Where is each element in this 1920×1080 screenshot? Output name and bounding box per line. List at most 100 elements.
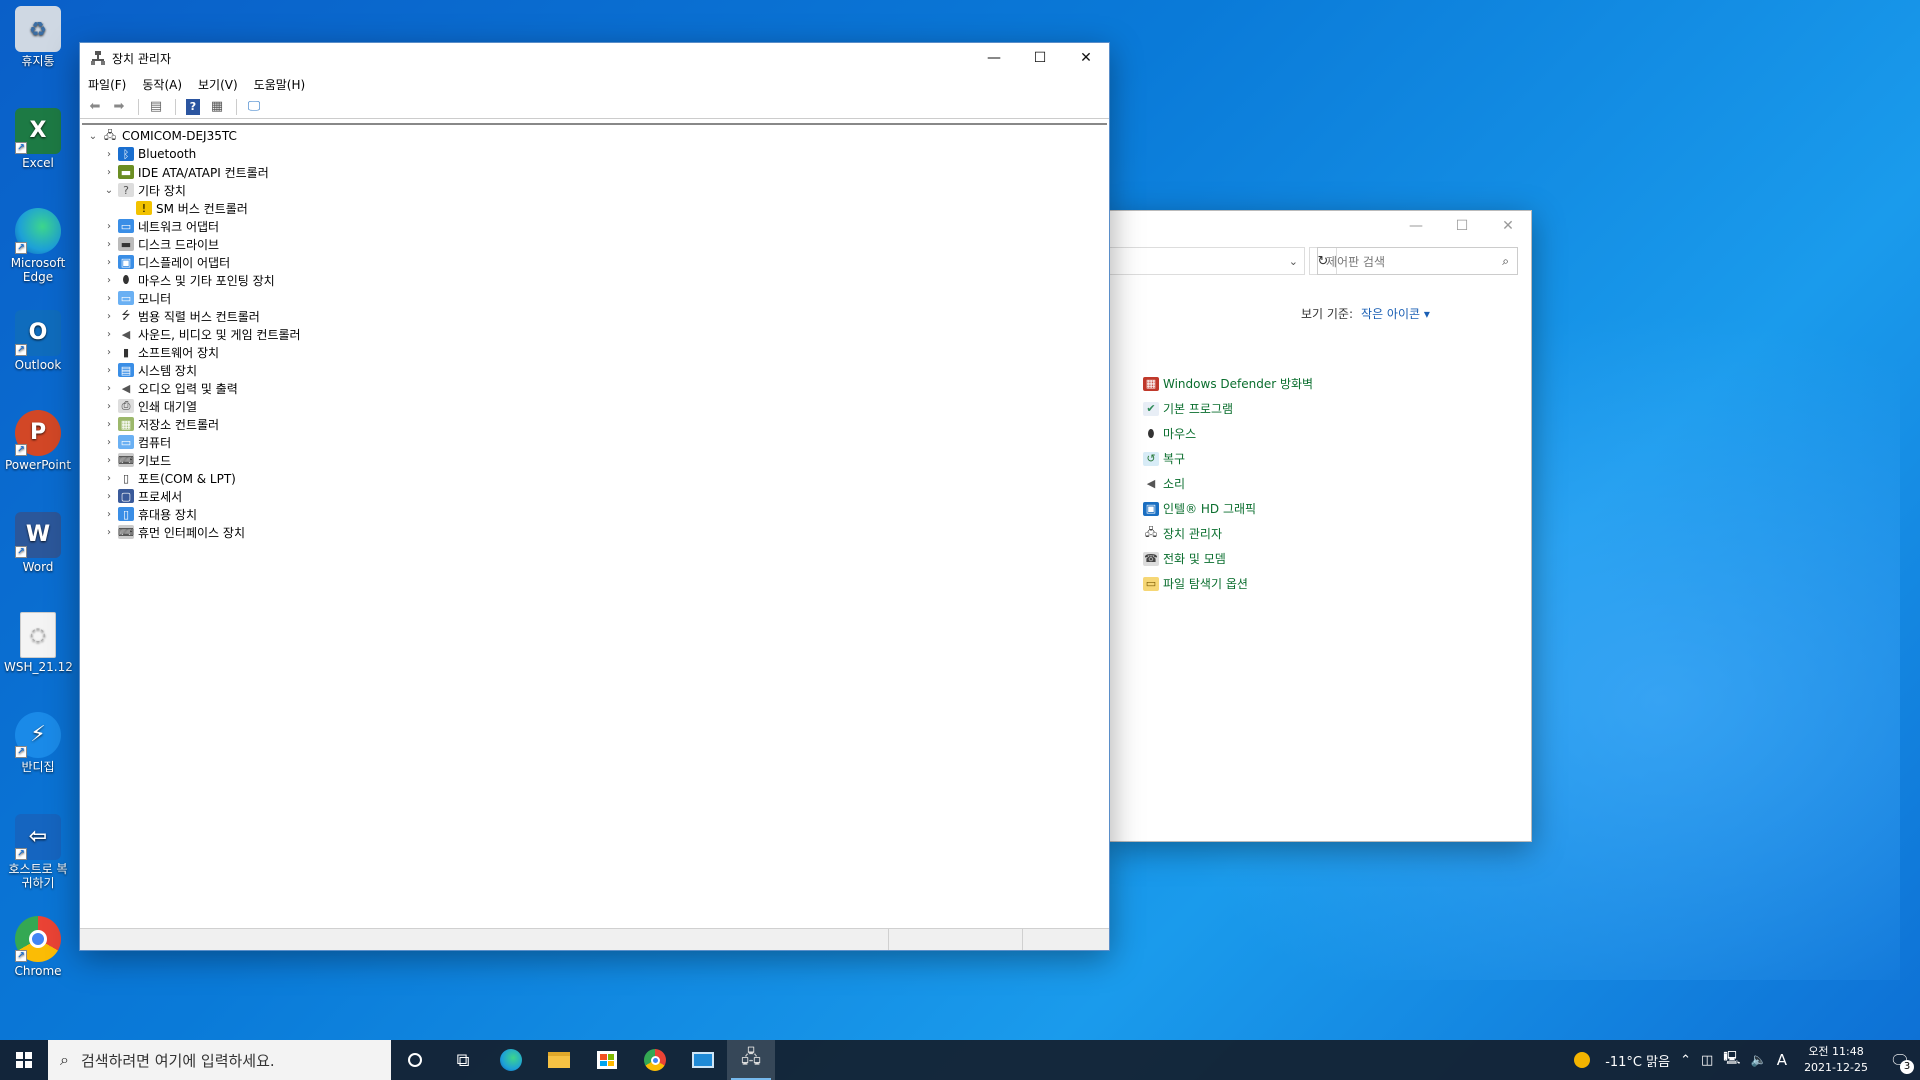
desktop-icon-word[interactable]: W ↗ Word — [4, 512, 72, 574]
taskbar-store[interactable] — [583, 1040, 631, 1080]
chevron-right-icon[interactable]: › — [102, 257, 116, 268]
scan-hardware-button[interactable]: 🖵 — [243, 97, 265, 117]
close-button[interactable]: ✕ — [1485, 211, 1531, 241]
chevron-right-icon[interactable]: › — [102, 221, 116, 232]
desktop-icon-wsh-file[interactable]: ◌ WSH_21.12 — [4, 612, 73, 674]
address-bar[interactable]: ⌄ — [1109, 247, 1305, 275]
maximize-button[interactable]: ☐ — [1439, 211, 1485, 241]
tree-node[interactable]: › ⭍ 범용 직렬 버스 컨트롤러 — [82, 307, 1107, 325]
cp-item-sound[interactable]: ◀ 소리 — [1143, 471, 1313, 496]
menu-action[interactable]: 동작(A) — [142, 76, 182, 93]
control-panel-search[interactable]: 제어판 검색 ⌕ — [1317, 247, 1518, 275]
cp-item-default-programs[interactable]: ✔ 기본 프로그램 — [1143, 396, 1313, 421]
cp-item-intel-graphics[interactable]: ▣ 인텔® HD 그래픽 — [1143, 496, 1313, 521]
cp-item-firewall[interactable]: ▦ Windows Defender 방화벽 — [1143, 371, 1313, 396]
desktop-icon-outlook[interactable]: O ↗ Outlook — [4, 310, 72, 372]
desktop-icon-powerpoint[interactable]: P ↗ PowerPoint — [4, 410, 72, 472]
tree-node[interactable]: › ▢ 프로세서 — [82, 487, 1107, 505]
tree-node[interactable]: › ▣ 디스플레이 어댑터 — [82, 253, 1107, 271]
desktop-icon-chrome[interactable]: ↗ Chrome — [4, 916, 72, 978]
taskbar-file-explorer[interactable] — [535, 1040, 583, 1080]
chevron-right-icon[interactable]: › — [102, 311, 116, 322]
chevron-right-icon[interactable]: › — [102, 473, 116, 484]
network-icon[interactable]: 🖳 — [1718, 1049, 1745, 1071]
properties-button[interactable]: ▦ — [206, 97, 228, 117]
chevron-down-icon[interactable]: ⌄ — [102, 185, 116, 196]
chevron-right-icon[interactable]: › — [102, 275, 116, 286]
desktop-icon-edge[interactable]: ↗ Microsoft Edge — [4, 208, 72, 284]
task-view-button[interactable]: ⧉ — [439, 1040, 487, 1080]
tree-node[interactable]: › ◀ 사운드, 비디오 및 게임 컨트롤러 — [82, 325, 1107, 343]
chevron-right-icon[interactable]: › — [102, 167, 116, 178]
chevron-right-icon[interactable]: › — [102, 383, 116, 394]
tree-node[interactable]: › ▭ 컴퓨터 — [82, 433, 1107, 451]
chevron-right-icon[interactable]: › — [102, 419, 116, 430]
search-icon[interactable]: ⌕ — [1502, 254, 1509, 269]
chevron-right-icon[interactable]: › — [102, 509, 116, 520]
volume-icon[interactable]: 🔈 — [1746, 1053, 1772, 1068]
tree-node[interactable]: › ▬ 디스크 드라이브 — [82, 235, 1107, 253]
taskbar-search[interactable]: ⌕ 검색하려면 여기에 입력하세요. — [48, 1040, 391, 1080]
tree-node[interactable]: › ▯ 휴대용 장치 — [82, 505, 1107, 523]
close-button[interactable]: ✕ — [1063, 43, 1109, 73]
weather-text[interactable]: -11°C 맑음 — [1600, 1051, 1675, 1070]
menu-view[interactable]: 보기(V) — [198, 76, 238, 93]
weather-sun-icon[interactable] — [1574, 1052, 1591, 1068]
chevron-down-icon[interactable]: ⌄ — [1289, 255, 1298, 268]
chevron-right-icon[interactable]: › — [102, 491, 116, 502]
tree-node[interactable]: › ▤ 시스템 장치 — [82, 361, 1107, 379]
desktop-icon-recycle-bin[interactable]: ♻ 휴지통 — [4, 6, 72, 68]
forward-button[interactable]: ➡ — [108, 97, 130, 117]
chevron-right-icon[interactable]: › — [102, 149, 116, 160]
cortana-button[interactable] — [391, 1040, 439, 1080]
tree-node[interactable]: › ▭ 네트워크 어댑터 — [82, 217, 1107, 235]
cp-item-recovery[interactable]: ↺ 복구 — [1143, 446, 1313, 471]
chevron-right-icon[interactable]: › — [102, 401, 116, 412]
show-hide-console-tree-button[interactable]: ▤ — [145, 97, 167, 117]
back-button[interactable]: ⬅ — [84, 97, 106, 117]
view-by-dropdown[interactable]: 작은 아이콘 ▾ — [1361, 307, 1430, 321]
tree-node[interactable]: › ▭ 모니터 — [82, 289, 1107, 307]
cp-item-folder-options[interactable]: ▭ 파일 탐색기 옵션 — [1143, 571, 1313, 596]
chevron-right-icon[interactable]: › — [102, 365, 116, 376]
chevron-right-icon[interactable]: › — [102, 437, 116, 448]
ime-indicator[interactable]: A — [1772, 1051, 1792, 1069]
desktop-icon-excel[interactable]: X ↗ Excel — [4, 108, 72, 170]
device-manager-titlebar[interactable]: 장치 관리자 — ☐ ✕ — [80, 43, 1109, 73]
tree-node[interactable]: › ▦ 저장소 컨트롤러 — [82, 415, 1107, 433]
cp-item-phone-modem[interactable]: ☎ 전화 및 모뎀 — [1143, 546, 1313, 571]
minimize-button[interactable]: — — [971, 43, 1017, 73]
taskbar-edge[interactable] — [487, 1040, 535, 1080]
desktop-icon-bandizip[interactable]: ⚡ ↗ 반디집 — [4, 712, 72, 774]
tree-node[interactable]: › ⎙ 인쇄 대기열 — [82, 397, 1107, 415]
minimize-button[interactable]: — — [1393, 211, 1439, 241]
clock[interactable]: 오전 11:48 2021-12-25 — [1792, 1044, 1880, 1076]
tray-overflow-chevron-icon[interactable]: ⌃ — [1675, 1053, 1696, 1068]
chevron-right-icon[interactable]: › — [102, 527, 116, 538]
tree-child-node[interactable]: ! SM 버스 컨트롤러 — [82, 199, 1107, 217]
tree-node[interactable]: › ▮ 소프트웨어 장치 — [82, 343, 1107, 361]
tree-root[interactable]: ⌄ 🖧 COMICOM-DEJ35TC — [82, 127, 1107, 145]
menu-file[interactable]: 파일(F) — [88, 76, 126, 93]
desktop-icon-host-return[interactable]: ⇦ ↗ 호스트로 복귀하기 — [4, 814, 72, 890]
tree-node[interactable]: › ▬ IDE ATA/ATAPI 컨트롤러 — [82, 163, 1107, 181]
chevron-right-icon[interactable]: › — [102, 329, 116, 340]
tree-node[interactable]: › ᛒ Bluetooth — [82, 145, 1107, 163]
tree-node[interactable]: › ⌨ 키보드 — [82, 451, 1107, 469]
meet-now-icon[interactable]: ◫ — [1696, 1053, 1718, 1068]
chevron-right-icon[interactable]: › — [102, 455, 116, 466]
taskbar-device-manager[interactable]: 🖧 — [727, 1040, 775, 1080]
notification-center-button[interactable]: 🗨 3 — [1880, 1040, 1920, 1080]
start-button[interactable] — [0, 1040, 48, 1080]
chevron-down-icon[interactable]: ⌄ — [86, 131, 100, 142]
cp-item-mouse[interactable]: ⬮ 마우스 — [1143, 421, 1313, 446]
chevron-right-icon[interactable]: › — [102, 347, 116, 358]
tree-node[interactable]: › ⌨ 휴먼 인터페이스 장치 — [82, 523, 1107, 541]
taskbar-chrome[interactable] — [631, 1040, 679, 1080]
cp-item-device-manager[interactable]: 🖧 장치 관리자 — [1143, 521, 1313, 546]
maximize-button[interactable]: ☐ — [1017, 43, 1063, 73]
tree-node[interactable]: › ⬮ 마우스 및 기타 포인팅 장치 — [82, 271, 1107, 289]
chevron-right-icon[interactable]: › — [102, 293, 116, 304]
tree-node[interactable]: › ▯ 포트(COM & LPT) — [82, 469, 1107, 487]
menu-help[interactable]: 도움말(H) — [254, 76, 306, 93]
